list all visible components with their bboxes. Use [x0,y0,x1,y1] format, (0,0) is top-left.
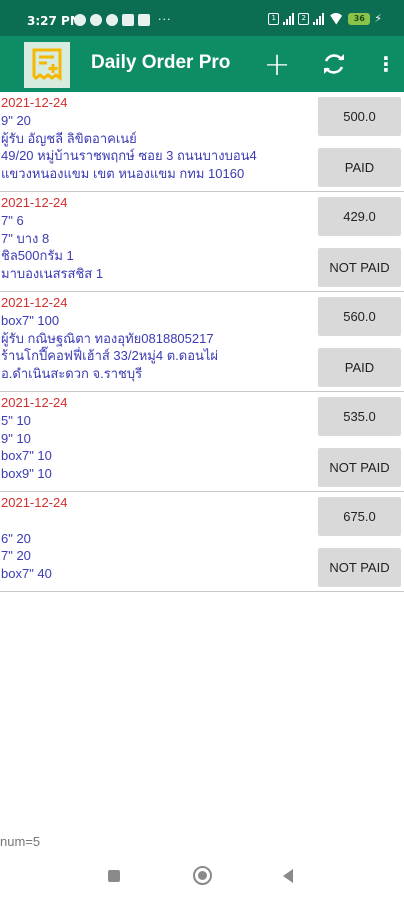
battery-icon: 36 [348,12,371,25]
circle-icon [90,13,102,26]
order-item[interactable]: 2021-12-24 box7" 100 ผู้รับ กณิษฐณิตา ทอ… [0,292,404,392]
order-item[interactable]: 2021-12-24 7" 6 7" บาง 8 ชิล500กรัม 1 มา… [0,192,404,292]
plus-icon: + [263,45,291,83]
add-order-button[interactable]: + [261,48,293,80]
charging-icon: ⚡ [374,12,382,25]
more-notifications: ··· [158,13,172,26]
status-bar: 3:27 PM ··· 1 2 36 ⚡ [0,0,404,36]
notification-icons: ··· [74,13,172,26]
app-logo-icon [24,42,70,88]
payment-status-button[interactable]: PAID [318,148,401,187]
amount-button[interactable]: 500.0 [318,97,401,136]
app-title: Daily Order Pro [91,52,231,73]
mail-icon [122,13,134,26]
order-list: 2021-12-24 9" 20 ผู้รับ อัญชลี ลิขิตอาคเ… [0,92,404,592]
payment-status-button[interactable]: NOT PAID [318,548,401,587]
sim2-icon: 2 [298,12,310,25]
payment-status-button[interactable]: PAID [318,348,401,387]
wifi-icon [328,13,344,25]
order-count: num=5 [0,834,41,849]
sync-button[interactable] [318,48,350,80]
signal2-icon [313,12,325,25]
system-icons: 1 2 36 ⚡ [268,12,382,25]
more-vert-icon: ⋮ [376,52,396,76]
app-bar: Daily Order Pro + ⋮ [0,36,404,92]
amount-button[interactable]: 429.0 [318,197,401,236]
heart-icon [138,13,150,26]
order-item[interactable]: 2021-12-24 5" 10 9" 10 box7" 10 box9" 10… [0,392,404,492]
amount-button[interactable]: 675.0 [318,497,401,536]
payment-status-button[interactable]: NOT PAID [318,248,401,287]
recents-button[interactable] [108,870,120,882]
settings-icon [74,13,86,26]
sim1-icon: 1 [268,12,280,25]
signal1-icon [283,12,295,25]
home-button[interactable] [193,866,212,885]
p-icon [106,13,118,26]
sync-icon [324,54,344,74]
amount-button[interactable]: 535.0 [318,397,401,436]
order-item[interactable]: 2021-12-24 6" 20 7" 20 box7" 40 675.0 NO… [0,492,404,592]
back-button[interactable] [283,869,293,883]
system-nav-bar [0,854,404,900]
overflow-menu-button[interactable]: ⋮ [370,48,402,80]
payment-status-button[interactable]: NOT PAID [318,448,401,487]
order-item[interactable]: 2021-12-24 9" 20 ผู้รับ อัญชลี ลิขิตอาคเ… [0,92,404,192]
amount-button[interactable]: 560.0 [318,297,401,336]
